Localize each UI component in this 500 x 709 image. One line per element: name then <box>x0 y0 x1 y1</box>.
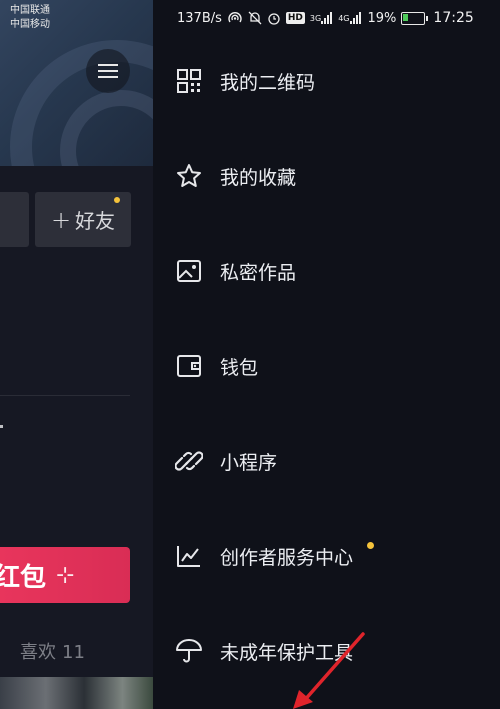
menu-item-wallet[interactable]: 钱包 <box>153 338 500 394</box>
menu-item-mini-programs[interactable]: 小程序 <box>153 433 500 489</box>
clock: 17:25 <box>433 10 474 26</box>
new-indicator-dot <box>367 542 374 549</box>
star-icon <box>175 162 203 190</box>
plus-icon: + <box>50 205 72 234</box>
net-speed: 137B/s <box>177 10 222 26</box>
signal-2-icon <box>349 12 362 24</box>
red-packet-banner[interactable]: 红包 ⊹ <box>0 547 130 603</box>
mute-icon <box>248 11 262 25</box>
wallet-icon <box>175 352 203 380</box>
sparkle-icon: ⊹ <box>56 562 75 588</box>
link-icon <box>175 447 203 475</box>
menu-item-label: 私密作品 <box>220 261 297 284</box>
add-friend-label: 好友 <box>75 209 116 233</box>
battery-percent: 19% <box>367 10 397 26</box>
video-thumbnail[interactable] <box>0 677 153 709</box>
status-bar: 137B/s HD 3G 4G 19% 17:25 <box>153 0 500 36</box>
signal-2-type: 4G <box>338 13 350 23</box>
hotspot-icon <box>227 11 243 25</box>
hamburger-icon <box>98 64 118 78</box>
new-indicator-dot <box>114 197 120 203</box>
menu-item-qr-code[interactable]: 我的二维码 <box>153 53 500 109</box>
image-icon <box>175 257 203 285</box>
carrier-2: 中国移动 <box>10 19 50 30</box>
menu-item-label: 我的二维码 <box>220 71 316 94</box>
carrier-1: 中国联通 <box>10 5 50 16</box>
menu-item-private-works[interactable]: 私密作品 <box>153 243 500 299</box>
annotation-arrow <box>293 632 365 709</box>
menu-item-label: 小程序 <box>220 451 278 474</box>
signal-1-type: 3G <box>309 13 322 23</box>
decorative-mark <box>0 425 3 428</box>
edit-profile-button[interactable] <box>0 192 29 247</box>
menu-item-label: 创作者服务中心 <box>220 546 354 569</box>
likes-count: 11 <box>62 642 85 663</box>
chart-icon <box>175 542 203 570</box>
menu-item-favorites[interactable]: 我的收藏 <box>153 148 500 204</box>
banner-text: 红包 <box>0 562 47 593</box>
menu-item-label: 我的收藏 <box>220 166 297 189</box>
umbrella-icon <box>175 637 203 665</box>
likes-label: 喜欢 <box>20 642 56 663</box>
menu-item-label: 钱包 <box>220 356 259 379</box>
menu-item-creator-center[interactable]: 创作者服务中心 <box>153 528 500 584</box>
signal-1-icon <box>321 12 333 24</box>
hd-icon: HD <box>285 12 305 24</box>
hamburger-menu-button[interactable] <box>86 49 130 93</box>
qr-code-icon <box>175 67 203 95</box>
profile-page-background: 中国联通 中国移动 + 好友 红包 ⊹ 喜欢 11 <box>0 0 153 709</box>
divider <box>0 395 130 396</box>
alarm-icon <box>267 11 281 25</box>
battery-icon <box>401 11 429 25</box>
tab-likes[interactable]: 喜欢 11 <box>20 638 85 664</box>
